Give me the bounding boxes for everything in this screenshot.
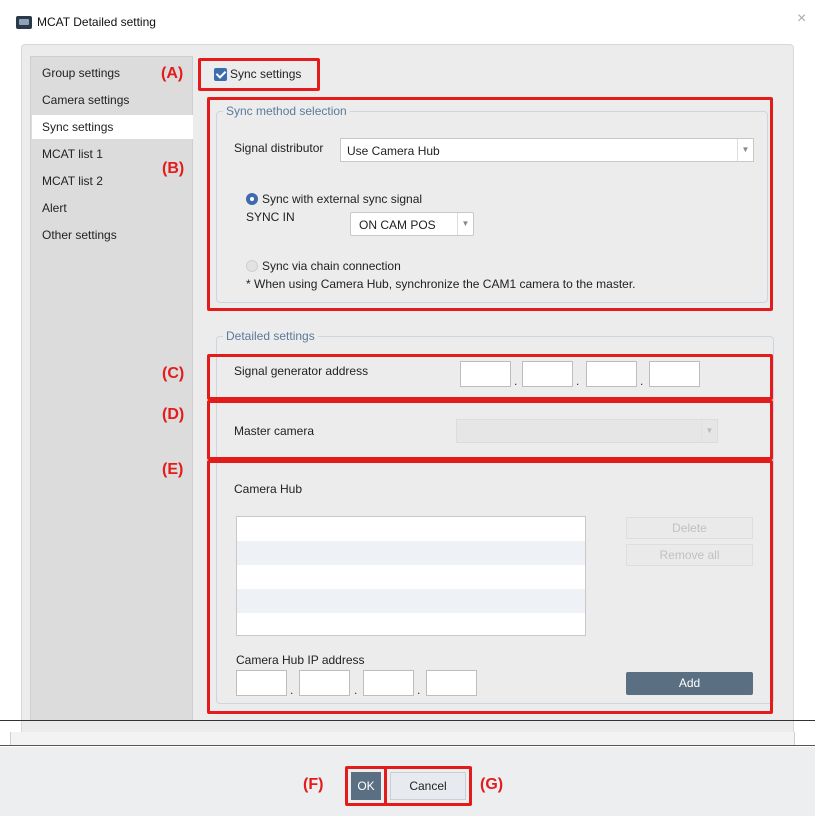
sync-in-select[interactable]: ON CAM POS ▼ bbox=[350, 212, 474, 236]
delete-button[interactable]: Delete bbox=[626, 517, 753, 539]
ip-separator: . bbox=[640, 374, 644, 388]
radio-chain-sync[interactable] bbox=[246, 260, 258, 272]
annotation-d: (D) bbox=[162, 406, 185, 423]
divider bbox=[0, 720, 815, 721]
annotation-f: (F) bbox=[303, 776, 324, 793]
camera-hub-list[interactable] bbox=[236, 516, 586, 636]
divider bbox=[0, 745, 815, 746]
signal-generator-ip-octet-3[interactable] bbox=[586, 361, 637, 387]
sync-settings-checkbox[interactable] bbox=[214, 68, 227, 81]
camera-hub-ip-octet-2[interactable] bbox=[299, 670, 350, 696]
camera-hub-ip-label: Camera Hub IP address bbox=[236, 653, 365, 667]
ip-separator: . bbox=[576, 374, 580, 388]
master-camera-label: Master camera bbox=[234, 424, 315, 438]
radio-chain-sync-label: Sync via chain connection bbox=[262, 259, 401, 273]
title-bar: MCAT Detailed setting × bbox=[0, 0, 815, 40]
list-item[interactable] bbox=[237, 517, 585, 541]
list-item[interactable] bbox=[237, 565, 585, 589]
sync-in-value: ON CAM POS bbox=[359, 218, 436, 232]
signal-generator-ip-octet-2[interactable] bbox=[522, 361, 573, 387]
detailed-settings-group-title: Detailed settings bbox=[223, 329, 318, 343]
list-item[interactable] bbox=[237, 589, 585, 613]
camera-hub-ip-octet-3[interactable] bbox=[363, 670, 414, 696]
signal-distributor-label: Signal distributor bbox=[234, 141, 324, 155]
window-title: MCAT Detailed setting bbox=[37, 15, 156, 29]
signal-generator-ip-octet-4[interactable] bbox=[649, 361, 700, 387]
ip-separator: . bbox=[514, 374, 518, 388]
ip-separator: . bbox=[417, 683, 421, 697]
ip-separator: . bbox=[354, 683, 358, 697]
annotation-c: (C) bbox=[162, 365, 185, 382]
sidebar-item-sync-settings[interactable]: Sync settings bbox=[32, 115, 193, 139]
signal-generator-label: Signal generator address bbox=[234, 364, 369, 378]
remove-all-button[interactable]: Remove all bbox=[626, 544, 753, 566]
list-item[interactable] bbox=[237, 613, 585, 637]
close-icon[interactable]: × bbox=[797, 10, 806, 28]
annotation-a: (A) bbox=[161, 65, 184, 82]
add-button[interactable]: Add bbox=[626, 672, 753, 695]
radio-external-sync-label: Sync with external sync signal bbox=[262, 192, 423, 206]
ip-separator: . bbox=[290, 683, 294, 697]
camera-hub-note: * When using Camera Hub, synchronize the… bbox=[246, 277, 636, 291]
lower-panel bbox=[10, 732, 795, 746]
sync-in-label: SYNC IN bbox=[246, 210, 295, 224]
sync-settings-label: Sync settings bbox=[230, 67, 302, 81]
list-item[interactable] bbox=[237, 541, 585, 565]
signal-distributor-select[interactable]: Use Camera Hub ▼ bbox=[340, 138, 754, 162]
camera-hub-ip-octet-4[interactable] bbox=[426, 670, 477, 696]
chevron-down-icon: ▼ bbox=[457, 213, 473, 235]
chevron-down-icon: ▼ bbox=[701, 420, 717, 442]
chevron-down-icon: ▼ bbox=[737, 139, 753, 161]
camera-hub-label: Camera Hub bbox=[234, 482, 303, 496]
sidebar-item-alert[interactable]: Alert bbox=[32, 196, 193, 220]
sidebar-item-other-settings[interactable]: Other settings bbox=[32, 223, 193, 247]
signal-distributor-value: Use Camera Hub bbox=[347, 144, 440, 158]
sidebar: Group settings Camera settings Sync sett… bbox=[30, 56, 193, 721]
cancel-button[interactable]: Cancel bbox=[390, 772, 466, 800]
signal-generator-ip-octet-1[interactable] bbox=[460, 361, 511, 387]
ok-button[interactable]: OK bbox=[351, 772, 381, 800]
master-camera-select[interactable]: ▼ bbox=[456, 419, 718, 443]
sidebar-item-camera-settings[interactable]: Camera settings bbox=[32, 88, 193, 112]
camera-hub-ip-octet-1[interactable] bbox=[236, 670, 287, 696]
app-icon bbox=[16, 16, 32, 29]
radio-external-sync[interactable] bbox=[246, 193, 258, 205]
annotation-e: (E) bbox=[162, 461, 184, 478]
annotation-b: (B) bbox=[162, 160, 185, 177]
annotation-g: (G) bbox=[480, 776, 504, 793]
